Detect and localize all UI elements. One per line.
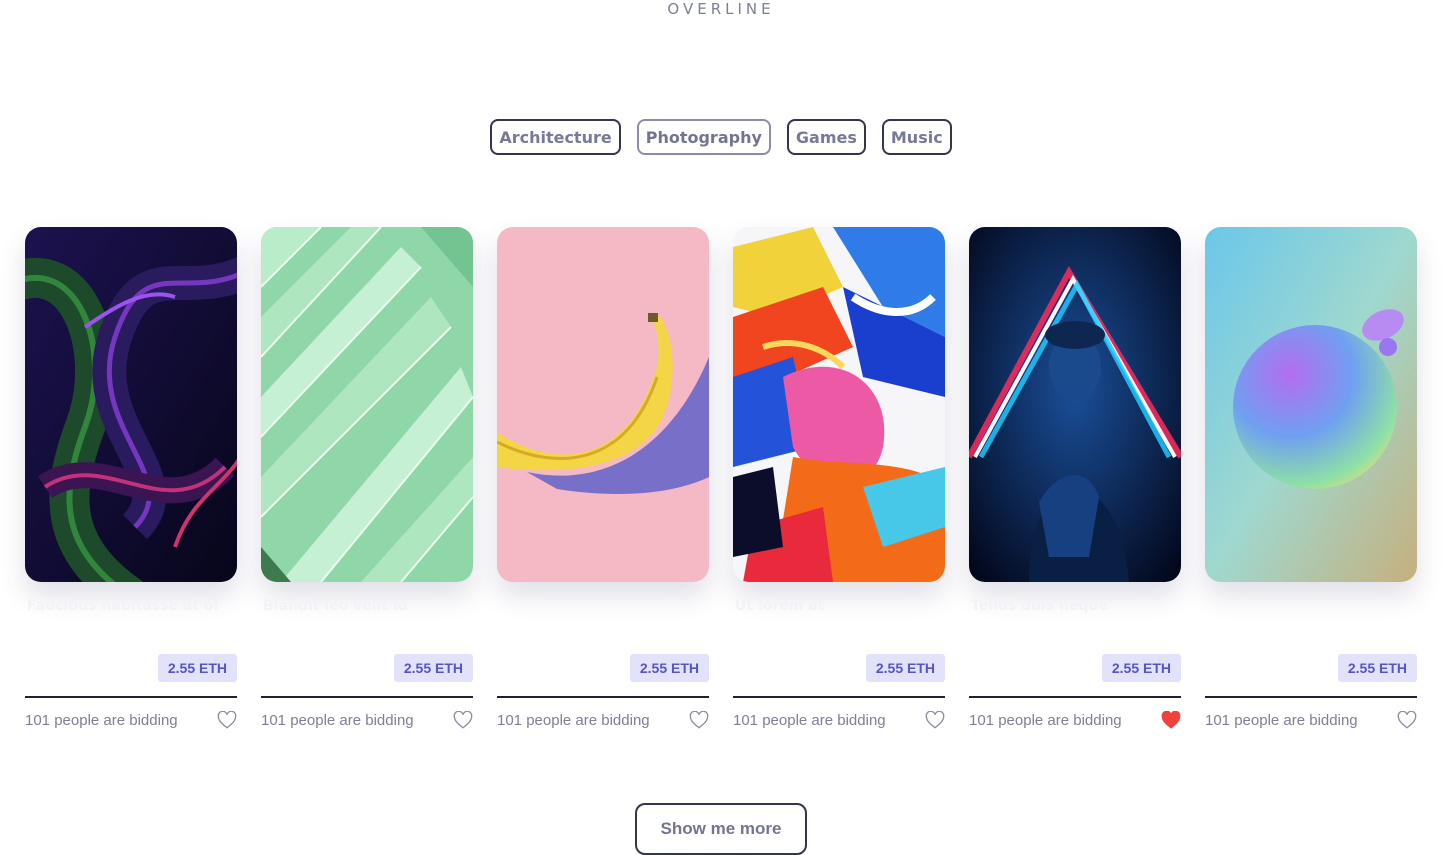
price-badge: 2.55 ETH: [157, 654, 237, 682]
nft-image-neon-portrait[interactable]: [969, 227, 1181, 582]
bidding-count: 101 people are bidding: [25, 712, 178, 729]
bidding-count: 101 people are bidding: [1205, 712, 1358, 729]
bidding-count: 101 people are bidding: [969, 712, 1122, 729]
nft-card[interactable]: Ut lorem at 2.55 ETH 101 people are bidd…: [733, 227, 945, 737]
divider: [969, 696, 1181, 698]
price-badge: 2.55 ETH: [1337, 654, 1417, 682]
nft-image-abstract-paint[interactable]: [733, 227, 945, 582]
nft-image-dark-snakes[interactable]: [25, 227, 237, 582]
price-badge: 2.55 ETH: [393, 654, 473, 682]
category-filters: Architecture Photography Games Music: [0, 119, 1442, 155]
divider: [261, 696, 473, 698]
price-badge: 2.55 ETH: [865, 654, 945, 682]
price-badge: 2.55 ETH: [1101, 654, 1181, 682]
filter-architecture[interactable]: Architecture: [490, 119, 621, 155]
nft-title[interactable]: Faucibus habitasse at ol: [27, 598, 227, 614]
divider: [25, 696, 237, 698]
heart-icon[interactable]: [217, 711, 237, 729]
bidding-count: 101 people are bidding: [497, 712, 650, 729]
nft-card[interactable]: 2.55 ETH 101 people are bidding: [497, 227, 709, 737]
price-badge: 2.55 ETH: [629, 654, 709, 682]
divider: [497, 696, 709, 698]
overline: OVERLINE: [667, 0, 775, 18]
divider: [733, 696, 945, 698]
nft-card[interactable]: Blandit leo velit id 2.55 ETH 101 people…: [261, 227, 473, 737]
nft-card[interactable]: Faucibus habitasse at ol 2.55 ETH 101 pe…: [25, 227, 237, 737]
filter-games[interactable]: Games: [786, 119, 866, 155]
heart-filled-icon[interactable]: [1161, 711, 1181, 729]
nft-image-banana[interactable]: [497, 227, 709, 582]
bidding-count: 101 people are bidding: [261, 712, 414, 729]
divider: [1205, 696, 1417, 698]
bidding-count: 101 people are bidding: [733, 712, 886, 729]
filter-music[interactable]: Music: [881, 119, 952, 155]
show-more-button[interactable]: Show me more: [635, 803, 807, 855]
heart-icon[interactable]: [689, 711, 709, 729]
nft-title[interactable]: Tellus duis neque: [971, 598, 1171, 614]
nft-card[interactable]: 2.55 ETH 101 people are bidding: [1205, 227, 1417, 737]
nft-card[interactable]: Tellus duis neque 2.55 ETH 101 people ar…: [969, 227, 1181, 737]
nft-title[interactable]: Blandit leo velit id: [263, 598, 463, 614]
heart-icon[interactable]: [925, 711, 945, 729]
heart-icon[interactable]: [1397, 711, 1417, 729]
heart-icon[interactable]: [453, 711, 473, 729]
page: OVERLINE Architecture Photography Games …: [0, 0, 1442, 855]
nft-image-gradient-sphere[interactable]: [1205, 227, 1417, 582]
nft-card-grid: Faucibus habitasse at ol 2.55 ETH 101 pe…: [25, 227, 1417, 737]
nft-image-mint-leaf[interactable]: [261, 227, 473, 582]
filter-photography[interactable]: Photography: [636, 119, 771, 155]
nft-title[interactable]: Ut lorem at: [735, 598, 935, 614]
